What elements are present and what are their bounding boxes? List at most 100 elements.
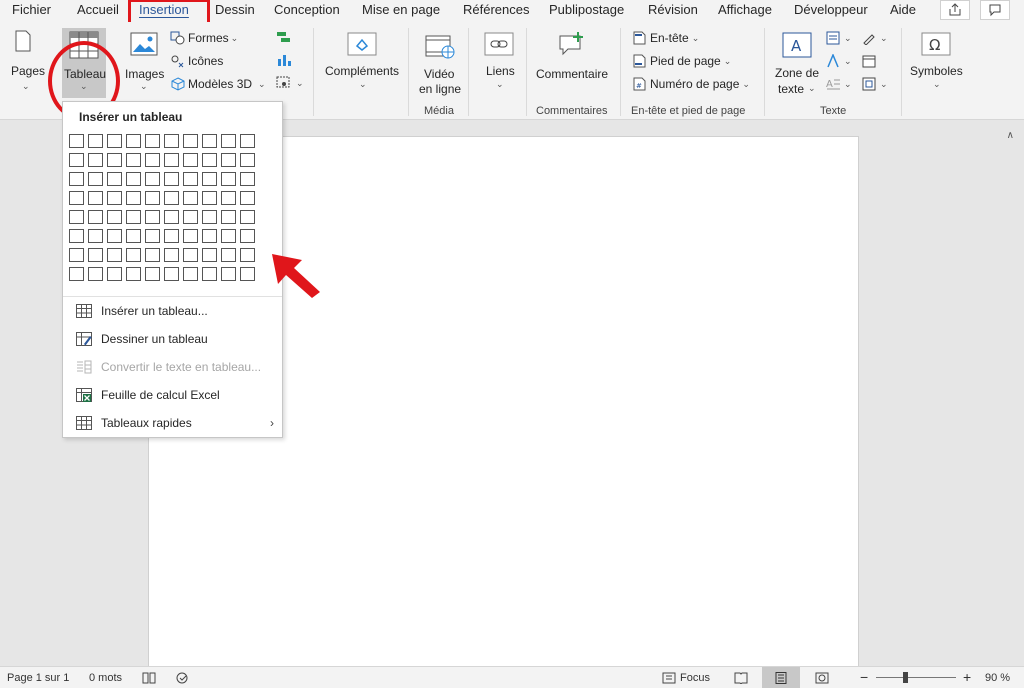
table-grid-cell[interactable] [221, 172, 236, 186]
table-grid-cell[interactable] [69, 134, 84, 148]
table-grid-cell[interactable] [126, 172, 141, 186]
web-layout-icon[interactable] [815, 672, 829, 687]
table-grid-cell[interactable] [221, 229, 236, 243]
zoom-slider-thumb[interactable] [903, 672, 908, 683]
table-grid-cell[interactable] [164, 248, 179, 262]
zoom-slider[interactable] [876, 677, 956, 678]
table-grid-cell[interactable] [69, 191, 84, 205]
table-grid-cell[interactable] [126, 191, 141, 205]
numero-de-page-button[interactable]: # Numéro de page ⌄ [632, 77, 750, 91]
tab-aide[interactable]: Aide [890, 2, 916, 17]
table-grid-cell[interactable] [88, 172, 103, 186]
pied-de-page-button[interactable]: Pied de page ⌄ [632, 54, 731, 68]
table-grid-cell[interactable] [183, 191, 198, 205]
screenshot-button[interactable]: ⌄ [276, 76, 304, 90]
table-grid-cell[interactable] [69, 267, 84, 281]
table-grid-cell[interactable] [221, 210, 236, 224]
video-button[interactable] [425, 33, 455, 62]
tab-conception[interactable]: Conception [274, 2, 340, 17]
table-grid-cell[interactable] [202, 229, 217, 243]
table-grid-cell[interactable] [88, 134, 103, 148]
page-count[interactable]: Page 1 sur 1 [7, 672, 69, 684]
menu-item-dessiner-tableau[interactable]: Dessiner un tableau [75, 329, 280, 349]
table-grid-cell[interactable] [88, 267, 103, 281]
table-grid-cell[interactable] [107, 172, 122, 186]
signature-line-button[interactable]: ⌄ [862, 31, 888, 45]
menu-item-tableaux-rapides[interactable]: Tableaux rapides › [75, 413, 280, 433]
table-grid-cell[interactable] [88, 210, 103, 224]
insert-table-grid[interactable] [69, 134, 259, 284]
complements-button[interactable] [347, 32, 377, 59]
table-grid-cell[interactable] [107, 191, 122, 205]
table-grid-cell[interactable] [164, 229, 179, 243]
table-grid-cell[interactable] [145, 229, 160, 243]
quickparts-button[interactable]: ⌄ [826, 31, 852, 45]
proofing-icon[interactable] [142, 672, 156, 687]
word-count[interactable]: 0 mots [89, 672, 122, 684]
zoom-level[interactable]: 90 % [985, 672, 1010, 684]
object-button[interactable]: ⌄ [862, 77, 888, 91]
tab-fichier[interactable]: Fichier [12, 2, 51, 17]
tab-revision[interactable]: Révision [648, 2, 698, 17]
tab-publipostage[interactable]: Publipostage [549, 2, 624, 17]
table-grid-cell[interactable] [145, 134, 160, 148]
symboles-button[interactable]: Ω [921, 32, 951, 59]
table-grid-cell[interactable] [183, 153, 198, 167]
table-grid-cell[interactable] [126, 210, 141, 224]
tab-dessin[interactable]: Dessin [215, 2, 255, 17]
table-grid-cell[interactable] [183, 134, 198, 148]
tab-mise-en-page[interactable]: Mise en page [362, 2, 440, 17]
table-grid-cell[interactable] [126, 153, 141, 167]
modeles-3d-button[interactable]: Modèles 3D ⌄ [170, 77, 266, 91]
images-button[interactable] [130, 32, 158, 59]
table-grid-cell[interactable] [88, 248, 103, 262]
table-grid-cell[interactable] [221, 267, 236, 281]
table-grid-cell[interactable] [69, 229, 84, 243]
table-grid-cell[interactable] [164, 191, 179, 205]
entete-button[interactable]: En-tête ⌄ [632, 31, 699, 45]
accessibility-icon[interactable] [176, 672, 190, 687]
menu-item-inserer-tableau[interactable]: Insérer un tableau... [75, 301, 280, 321]
table-grid-cell[interactable] [202, 267, 217, 281]
chart-button[interactable] [276, 53, 292, 70]
comments-button[interactable] [980, 0, 1010, 20]
wordart-button[interactable]: ⌄ [826, 54, 852, 68]
dropcap-button[interactable]: A ⌄ [826, 77, 852, 91]
table-grid-cell[interactable] [145, 267, 160, 281]
table-grid-cell[interactable] [183, 229, 198, 243]
table-grid-cell[interactable] [183, 210, 198, 224]
table-grid-cell[interactable] [240, 210, 255, 224]
table-grid-cell[interactable] [202, 210, 217, 224]
date-time-button[interactable] [862, 54, 876, 71]
table-grid-cell[interactable] [202, 153, 217, 167]
formes-button[interactable]: Formes ⌄ [170, 31, 238, 45]
table-grid-cell[interactable] [202, 191, 217, 205]
menu-item-feuille-excel[interactable]: Feuille de calcul Excel [75, 385, 280, 405]
table-grid-cell[interactable] [240, 172, 255, 186]
table-grid-cell[interactable] [164, 267, 179, 281]
table-grid-cell[interactable] [240, 229, 255, 243]
table-grid-cell[interactable] [107, 248, 122, 262]
icones-button[interactable]: Icônes [170, 54, 223, 68]
table-grid-cell[interactable] [88, 153, 103, 167]
table-grid-cell[interactable] [88, 229, 103, 243]
collapse-ribbon-button[interactable]: ∧ [1007, 130, 1014, 141]
tab-affichage[interactable]: Affichage [718, 2, 772, 17]
table-grid-cell[interactable] [202, 248, 217, 262]
table-grid-cell[interactable] [183, 172, 198, 186]
zoom-in-button[interactable]: + [963, 669, 971, 685]
table-grid-cell[interactable] [202, 172, 217, 186]
table-grid-cell[interactable] [221, 134, 236, 148]
table-grid-cell[interactable] [126, 267, 141, 281]
table-grid-cell[interactable] [221, 153, 236, 167]
table-grid-cell[interactable] [107, 153, 122, 167]
table-grid-cell[interactable] [221, 191, 236, 205]
table-grid-cell[interactable] [240, 191, 255, 205]
zone-de-texte-button[interactable]: A [782, 32, 812, 61]
table-grid-cell[interactable] [145, 248, 160, 262]
table-grid-cell[interactable] [202, 134, 217, 148]
table-grid-cell[interactable] [88, 191, 103, 205]
commentaire-button[interactable] [558, 31, 588, 60]
table-grid-cell[interactable] [145, 172, 160, 186]
table-grid-cell[interactable] [69, 210, 84, 224]
